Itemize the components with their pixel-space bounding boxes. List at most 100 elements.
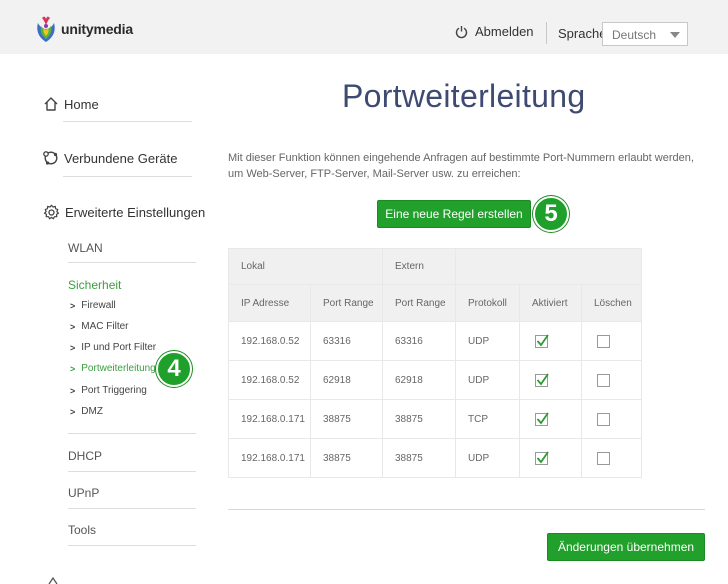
sidebar-subitem-security[interactable]: Sicherheit [68,278,121,292]
page-title: Portweiterleitung [342,78,586,114]
partial-nav-icon [48,576,58,584]
cell-local-port: 38875 [310,438,383,478]
sidebar-leaf-port-triggering[interactable]: > Port Triggering [70,385,147,396]
cell-external-port: 38875 [382,438,456,478]
enabled-checkbox[interactable] [535,450,549,465]
cell-delete [581,360,642,400]
sidebar-leaf-label: Portweiterleitung [81,363,156,374]
cell-local-port: 63316 [310,321,383,361]
logout-button[interactable]: Abmelden [455,24,534,39]
cell-delete [581,438,642,478]
home-icon [44,97,58,111]
cell-protocol: TCP [455,399,520,439]
enabled-checkbox[interactable] [535,333,549,348]
content-divider [228,509,705,510]
column-header-delete: Löschen [581,284,642,322]
cell-enabled [519,438,582,478]
devices-icon [43,151,58,165]
language-label: Sprache [558,26,607,41]
language-value: Deutsch [612,28,657,42]
sidebar-subitem-dhcp[interactable]: DHCP [68,449,102,463]
chevron-right-icon: > [70,300,76,311]
cell-ip: 192.168.0.171 [228,438,311,478]
sidebar-leaf-label: DMZ [81,406,103,417]
header-divider [546,22,547,44]
checkmark-icon [536,333,549,346]
step-badge-5: 5 [533,196,569,232]
cell-external-port: 63316 [382,321,456,361]
table-row: 192.168.0.171 38875 38875 TCP [228,399,642,439]
cell-protocol: UDP [455,438,520,478]
cell-protocol: UDP [455,360,520,400]
sidebar-item-advanced-settings[interactable]: Erweiterte Einstellungen [43,204,205,221]
cell-external-port: 38875 [382,399,456,439]
sidebar-leaf-label: IP und Port Filter [81,342,157,353]
cell-local-port: 62918 [310,360,383,400]
chevron-right-icon: > [70,406,76,417]
checkmark-icon [536,372,549,385]
cell-ip: 192.168.0.52 [228,321,311,361]
column-header-external-port: Port Range [382,284,456,322]
sidebar-subitem-tools[interactable]: Tools [68,523,96,537]
table-row: 192.168.0.52 63316 63316 UDP [228,321,642,361]
group-header-local: Lokal [228,248,383,285]
sidebar-item-label: Home [64,96,99,112]
cell-local-port: 38875 [310,399,383,439]
cell-delete [581,399,642,439]
table-header-row: IP Adresse Port Range Port Range Protoko… [228,284,642,322]
sidebar-subitem-upnp[interactable]: UPnP [68,486,99,500]
group-header-external: Extern [382,248,456,285]
cell-enabled [519,399,582,439]
column-header-ip: IP Adresse [228,284,311,322]
chevron-right-icon: > [70,385,76,396]
sidebar-divider [68,508,196,509]
cell-ip: 192.168.0.52 [228,360,311,400]
delete-checkbox[interactable] [597,373,610,387]
sidebar-divider [68,262,196,263]
port-forwarding-table: Lokal Extern IP Adresse Port Range Port … [228,248,642,478]
sidebar-leaf-label: MAC Filter [81,321,129,332]
sidebar-item-home[interactable]: Home [43,96,99,112]
table-row: 192.168.0.52 62918 62918 UDP [228,360,642,400]
sidebar-leaf-ip-port-filter[interactable]: > IP und Port Filter [70,342,156,353]
checkmark-icon [536,450,549,463]
logout-label: Abmelden [475,24,534,39]
checkmark-icon [536,411,549,424]
brand-name: unitymedia [61,21,133,37]
sidebar-item-label: Verbundene Geräte [64,150,178,166]
cell-ip: 192.168.0.171 [228,399,311,439]
sidebar-divider [68,545,196,546]
sidebar-leaf-mac-filter[interactable]: > MAC Filter [70,321,129,332]
cell-delete [581,321,642,361]
sidebar-divider [63,176,192,177]
sidebar-subitem-wlan[interactable]: WLAN [68,241,103,255]
sidebar-leaf-firewall[interactable]: > Firewall [70,300,116,311]
sidebar-divider [68,433,196,434]
table-row: 192.168.0.171 38875 38875 UDP [228,438,642,478]
chevron-down-icon [670,32,680,38]
page-description: Mit dieser Funktion können eingehende An… [228,152,694,180]
sidebar-item-devices[interactable]: Verbundene Geräte [43,150,177,166]
new-rule-button[interactable]: Eine neue Regel erstellen [377,200,531,228]
chevron-right-icon: > [70,321,76,332]
column-header-protocol: Protokoll [455,284,520,322]
delete-checkbox[interactable] [597,412,610,426]
language-select[interactable]: Deutsch [602,22,688,46]
sidebar-leaf-port-forwarding[interactable]: > Portweiterleitung [70,363,156,374]
delete-checkbox[interactable] [597,451,610,465]
sidebar-divider [63,121,192,122]
sidebar-item-label: Erweiterte Einstellungen [65,205,206,220]
enabled-checkbox[interactable] [535,372,549,387]
cell-enabled [519,360,582,400]
cell-enabled [519,321,582,361]
column-header-local-port: Port Range [310,284,383,322]
apply-changes-button[interactable]: Änderungen übernehmen [547,533,705,561]
gear-icon [43,204,60,220]
cell-protocol: UDP [455,321,520,361]
cell-external-port: 62918 [382,360,456,400]
sidebar-leaf-dmz[interactable]: > DMZ [70,406,103,417]
brand-logo[interactable]: unitymedia [35,15,133,43]
delete-checkbox[interactable] [597,334,610,348]
enabled-checkbox[interactable] [535,411,549,426]
sidebar-leaf-label: Port Triggering [81,385,147,396]
